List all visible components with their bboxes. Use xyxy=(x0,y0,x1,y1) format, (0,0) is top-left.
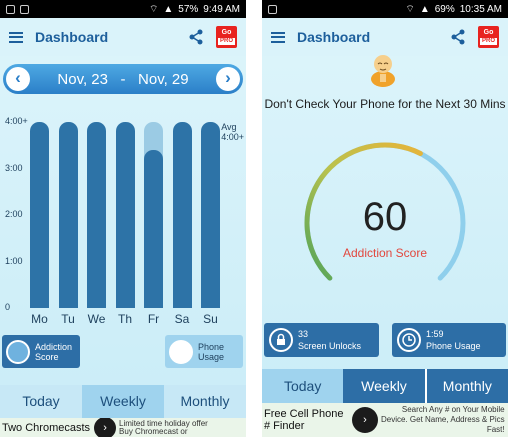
battery-level: 57% xyxy=(178,3,199,15)
status-bar: ⌔ ▲ 57% 9:49 AM xyxy=(0,0,246,18)
menu-icon[interactable] xyxy=(271,31,285,43)
clock-icon xyxy=(169,339,193,364)
day-label: Fr xyxy=(147,312,160,326)
date-range-label: Nov, 23 - Nov, 29 xyxy=(57,70,189,88)
usage-bar xyxy=(172,122,192,308)
recommendation-headline: Don't Check Your Phone for the Next 30 M… xyxy=(264,97,506,111)
y-tick-label: 0 xyxy=(5,302,11,312)
day-label: Sa xyxy=(174,312,190,326)
average-label: Avg 4:00+ xyxy=(221,122,244,142)
share-icon[interactable] xyxy=(450,29,466,45)
day-label: We xyxy=(87,312,106,326)
date-range-selector: ‹ Nov, 23 - Nov, 29 › xyxy=(3,64,243,94)
phone-usage-card[interactable]: 1:59 Phone Usage xyxy=(392,323,506,357)
go-pro-button[interactable]: Go PRO xyxy=(216,26,237,48)
y-tick-label: 3:00 xyxy=(5,162,23,173)
monk-mascot-icon xyxy=(371,55,395,87)
usage-bar xyxy=(201,122,220,308)
usage-bar xyxy=(115,122,135,308)
tab-monthly[interactable]: Monthly xyxy=(426,369,508,403)
ad-banner[interactable]: Two Chromecasts › Limited time holiday o… xyxy=(0,418,246,437)
clock-icon xyxy=(397,328,421,352)
period-tabs: Today Weekly Monthly xyxy=(0,385,246,418)
signal-icon: ▲ xyxy=(419,3,430,15)
prev-week-button[interactable]: ‹ xyxy=(6,67,30,91)
wifi-icon: ⌔ xyxy=(148,3,159,15)
usage-bar xyxy=(58,122,78,308)
y-tick-label: 2:00 xyxy=(5,209,23,219)
ad-text: Limited time holiday offer Buy Chromecast… xyxy=(119,418,208,436)
phone-usage-legend[interactable]: Phone Usage xyxy=(165,335,243,368)
usage-label: Phone Usage xyxy=(426,341,481,351)
bar-column[interactable] xyxy=(30,122,49,308)
wifi-icon: ⌔ xyxy=(405,3,415,15)
ad-title: Free Cell Phone # Finder xyxy=(264,408,344,432)
battery-level: 69% xyxy=(434,3,455,15)
next-week-button[interactable]: › xyxy=(216,67,240,91)
status-time: 9:49 AM xyxy=(203,3,240,15)
usage-bar xyxy=(144,149,163,308)
day-label: Su xyxy=(203,312,218,326)
status-time: 10:35 AM xyxy=(459,3,502,15)
app-bar: Dashboard Go PRO xyxy=(262,18,508,56)
notification-icon xyxy=(268,4,277,14)
bar-column[interactable] xyxy=(115,122,135,308)
bar-column[interactable] xyxy=(87,122,106,308)
screen-unlocks-card[interactable]: 33 Screen Unlocks xyxy=(264,323,379,357)
tab-weekly[interactable]: Weekly xyxy=(343,369,427,403)
tab-monthly[interactable]: Monthly xyxy=(164,385,246,418)
bar-column[interactable] xyxy=(144,122,163,308)
addiction-score-icon xyxy=(6,339,30,364)
day-label: Th xyxy=(117,312,132,326)
share-icon[interactable] xyxy=(188,29,204,45)
usage-bar xyxy=(30,122,49,308)
addiction-score-label: Addiction Score xyxy=(342,246,428,260)
weekly-screen: ⌔ ▲ 57% 9:49 AM Dashboard Go PRO ‹ Nov, 2… xyxy=(0,0,246,437)
addiction-score-legend[interactable]: Addiction Score xyxy=(2,335,80,368)
y-tick-label: 1:00 xyxy=(5,255,23,266)
app-title: Dashboard xyxy=(35,29,109,45)
bar-column[interactable] xyxy=(172,122,192,308)
daily-screen: ⌔ ▲ 69% 10:35 AM Dashboard Go PRO Don't C… xyxy=(262,0,508,437)
unlocks-value: 33 xyxy=(298,329,309,339)
addiction-score-value: 60 xyxy=(362,195,408,239)
bar-column[interactable] xyxy=(58,122,78,308)
ad-arrow-icon[interactable]: › xyxy=(94,418,117,437)
day-label: Mo xyxy=(31,312,48,326)
ad-banner[interactable]: Free Cell Phone # Finder › Search Any # … xyxy=(262,403,508,437)
menu-icon[interactable] xyxy=(9,31,23,43)
usage-bar xyxy=(87,122,106,308)
bar-column[interactable] xyxy=(201,122,220,308)
go-pro-button[interactable]: Go PRO xyxy=(478,26,499,48)
tab-today[interactable]: Today xyxy=(0,385,82,418)
day-label: Tu xyxy=(61,312,75,326)
y-tick-label: 4:00+ xyxy=(5,116,28,126)
usage-value: 1:59 xyxy=(426,329,444,339)
period-tabs: Today Weekly Monthly xyxy=(262,369,508,403)
ad-arrow-icon[interactable]: › xyxy=(352,407,378,433)
lock-icon xyxy=(269,328,293,352)
status-bar: ⌔ ▲ 69% 10:35 AM xyxy=(262,0,508,18)
unlocks-label: Screen Unlocks xyxy=(298,341,362,351)
signal-icon: ▲ xyxy=(163,3,174,15)
headset-icon xyxy=(6,4,15,14)
tab-weekly[interactable]: Weekly xyxy=(82,385,164,418)
notification-icon xyxy=(20,4,29,14)
app-bar: Dashboard Go PRO xyxy=(0,18,246,56)
ad-title: Two Chromecasts xyxy=(2,421,91,434)
tab-today[interactable]: Today xyxy=(262,369,344,403)
app-title: Dashboard xyxy=(297,29,371,45)
ad-text: Search Any # on Your Mobile Device. Get N… xyxy=(381,405,505,434)
